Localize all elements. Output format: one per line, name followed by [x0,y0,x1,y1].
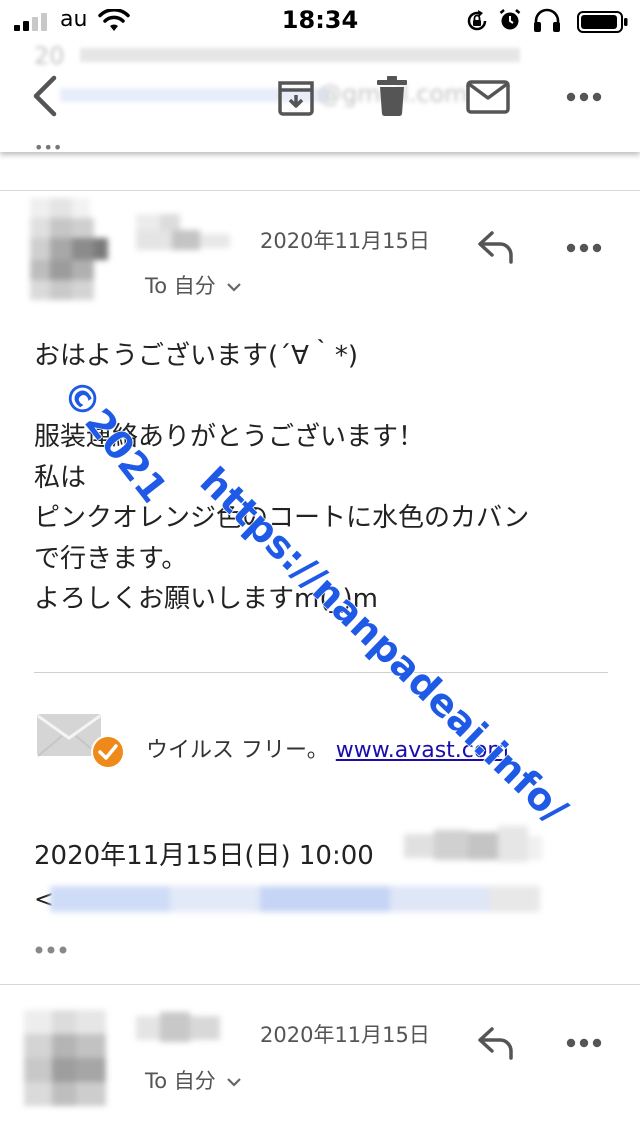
email-more-icon-2[interactable] [566,1036,602,1050]
back-arrow-icon[interactable] [28,74,60,118]
ghost-subject-blur [80,48,520,62]
avast-mail-icon [37,714,125,769]
email-more-icon[interactable] [566,241,602,255]
recipient-label-2: To 自分 [145,1069,216,1093]
body-line: 私は [34,462,87,493]
avatar-2 [24,1010,124,1110]
recipient-toggle-2[interactable]: To 自分 [145,1065,242,1095]
mark-unread-icon[interactable] [466,80,510,114]
show-trimmed-icon[interactable] [34,944,70,956]
email-body: おはようございます(´∀｀*) 服装連絡ありがとうございます！ 私は ピンクオレ… [34,336,614,620]
signature-divider [34,672,608,673]
quote-sender-redacted [404,826,544,870]
recipient-label: To 自分 [145,274,216,298]
headphones-icon [534,8,560,32]
quote-email-redacted [50,886,540,912]
reply-icon[interactable] [476,230,516,264]
thread-divider [0,190,640,191]
trash-icon[interactable] [376,74,408,118]
body-line: で行きます。 [34,543,188,574]
sender-name [136,214,236,250]
rotation-lock-icon [467,10,487,31]
body-line [34,377,614,418]
avatar [10,198,110,302]
avast-link[interactable]: www.avast.com [336,738,509,763]
body-line: よろしくお願いしますm(_)m [34,584,378,614]
sender-name-2 [136,1012,236,1042]
reply-icon[interactable] [476,1026,516,1060]
signature: ウイルス フリー。 www.avast.com [146,732,509,764]
body-line: ピンクオレンジ色のコートに水色のカバン [34,503,530,533]
chevron-down-icon [227,1078,242,1087]
email-toolbar: 20 @gmail.com ••• [0,40,640,152]
archive-icon[interactable] [276,77,316,117]
more-options-icon[interactable] [566,90,602,104]
body-line: おはようございます(´∀｀*) [34,341,359,371]
status-bar: au 18:34 [0,0,640,40]
email-date-2: 2020年11月15日 [260,1023,430,1047]
email-date: 2020年11月15日 [260,229,430,253]
quote-header: 2020年11月15日(日) 10:00 [34,841,374,871]
alarm-icon [499,9,521,30]
ghost-subject: 20 [34,42,65,70]
email-divider [0,984,640,985]
ghost-more: ••• [34,138,63,152]
battery-icon [577,11,628,33]
chevron-down-icon [227,283,242,292]
body-line: 服装連絡ありがとうございます！ [34,422,425,452]
signature-text: ウイルス フリー。 [146,738,329,763]
recipient-toggle[interactable]: To 自分 [145,270,242,300]
